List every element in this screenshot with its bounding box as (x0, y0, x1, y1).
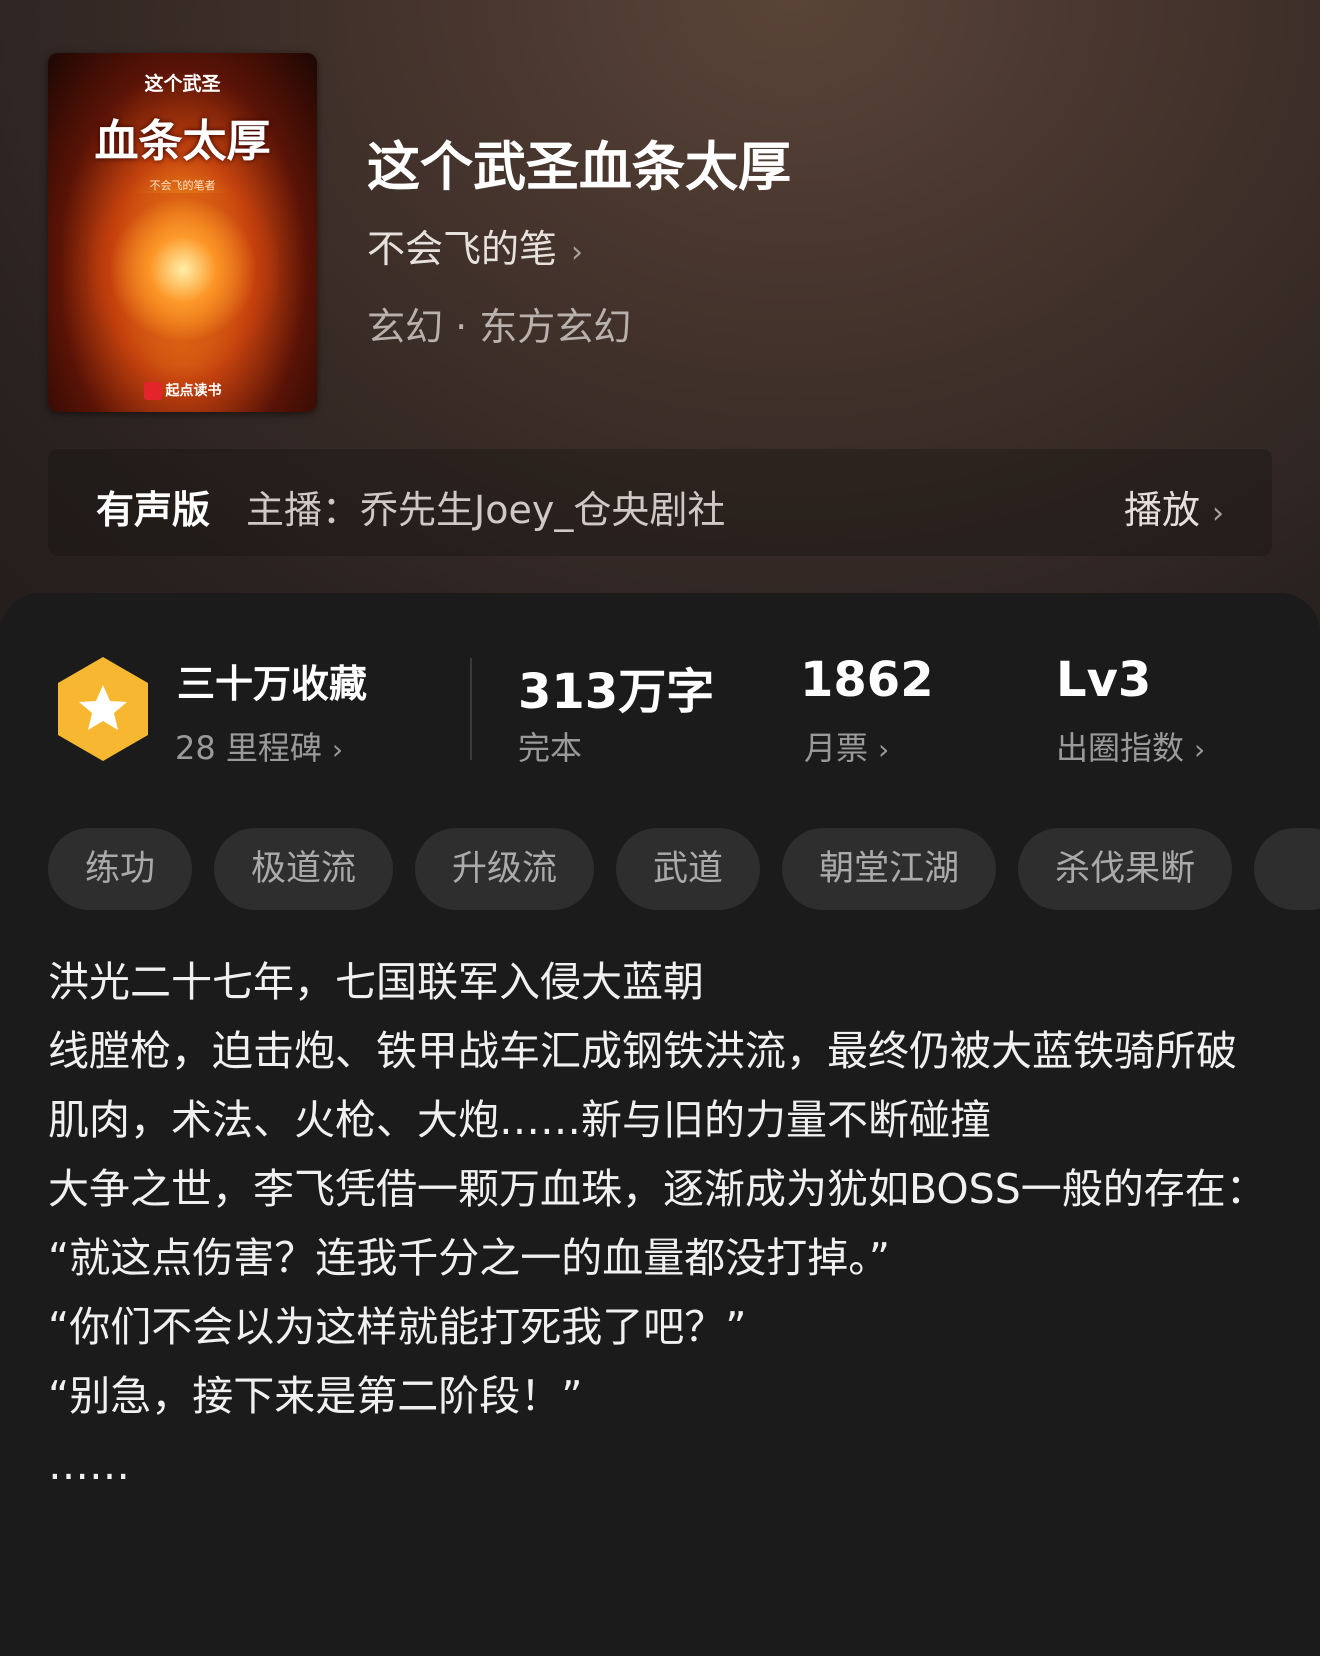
stats-divider (470, 658, 472, 760)
tag-chip[interactable]: 杀伐果断 (1018, 828, 1233, 910)
milestone-link[interactable]: 28 里程碑 › (175, 723, 343, 769)
popularity-index-label: 出圈指数 (1056, 729, 1185, 767)
cover-flame-art (88, 193, 278, 363)
popularity-index-link[interactable]: 出圈指数 › (1056, 723, 1205, 769)
book-title: 这个武圣血条太厚 (367, 137, 791, 198)
chevron-right-icon: › (1194, 733, 1206, 766)
tag-chip[interactable]: 练功 (48, 828, 193, 910)
cover-author: 不会飞的笔者 (149, 179, 216, 192)
star-badge-icon (58, 657, 148, 761)
milestone-label: 28 里程碑 (175, 729, 322, 767)
tag-chip[interactable]: 极道流 (214, 828, 394, 910)
chevron-right-icon: › (571, 235, 584, 270)
monthly-ticket-label: 月票 (804, 729, 869, 767)
author-name: 不会飞的笔 (367, 227, 558, 271)
completion-status: 完本 (518, 729, 583, 767)
synopsis-line: “别急，接下来是第二阶段！” (48, 1372, 583, 1420)
cover-publisher-name: 起点读书 (165, 383, 222, 399)
chevron-right-icon: › (1212, 496, 1224, 531)
audiobook-bar[interactable]: 有声版 主播：乔先生Joey_仓央剧社 播放 › (48, 449, 1272, 556)
tag-chip[interactable]: 升级流 (415, 828, 595, 910)
monthly-ticket-link[interactable]: 月票 › (804, 723, 889, 769)
play-button[interactable]: 播放 › (1124, 479, 1224, 534)
chevron-right-icon: › (331, 733, 344, 766)
publisher-logo-icon (143, 382, 162, 400)
tag-list: 练功 极道流 升级流 武道 朝堂江湖 杀伐果断 (48, 828, 1320, 910)
cover-publisher: 起点读书 (48, 380, 317, 400)
word-count: 313万字 (518, 664, 715, 720)
cover-small-title: 这个武圣 (144, 73, 221, 95)
play-label: 播放 (1123, 488, 1200, 532)
book-cover[interactable]: 这个武圣 血条太厚 不会飞的笔者 起点读书 (48, 53, 317, 412)
synopsis-line: “就这点伤害？连我千分之一的血量都没打掉。” (48, 1234, 890, 1282)
tag-chip-partial[interactable] (1254, 828, 1320, 910)
book-synopsis: 洪光二十七年，七国联军入侵大蓝朝 线膛枪，迫击炮、铁甲战车汇成钢铁洪流，最终仍被… (48, 948, 1278, 1500)
synopsis-line: 洪光二十七年，七国联军入侵大蓝朝 (48, 958, 704, 1006)
author-link[interactable]: 不会飞的笔 › (367, 218, 583, 273)
synopsis-line: …… (48, 1441, 130, 1489)
synopsis-line: “你们不会以为这样就能打死我了吧？” (48, 1303, 747, 1351)
audiobook-label: 有声版 (96, 488, 211, 532)
audiobook-host: 主播：乔先生Joey_仓央剧社 (246, 488, 726, 532)
tag-chip[interactable]: 朝堂江湖 (782, 828, 997, 910)
level-value: Lv3 (1056, 652, 1152, 708)
favorites-count: 三十万收藏 (177, 662, 368, 706)
chevron-right-icon: › (878, 733, 890, 766)
cover-big-title: 血条太厚 (94, 116, 271, 167)
tag-chip[interactable]: 武道 (616, 828, 761, 910)
monthly-ticket-count: 1862 (800, 652, 934, 708)
book-genre: 玄幻 · 东方玄幻 (367, 305, 632, 349)
synopsis-line: 肌肉，术法、火枪、大炮……新与旧的力量不断碰撞 (48, 1096, 991, 1144)
synopsis-line: 线膛枪，迫击炮、铁甲战车汇成钢铁洪流，最终仍被大蓝铁骑所破 (48, 1027, 1237, 1075)
synopsis-line: 大争之世，李飞凭借一颗万血珠，逐渐成为犹如BOSS一般的存在： (48, 1165, 1267, 1213)
